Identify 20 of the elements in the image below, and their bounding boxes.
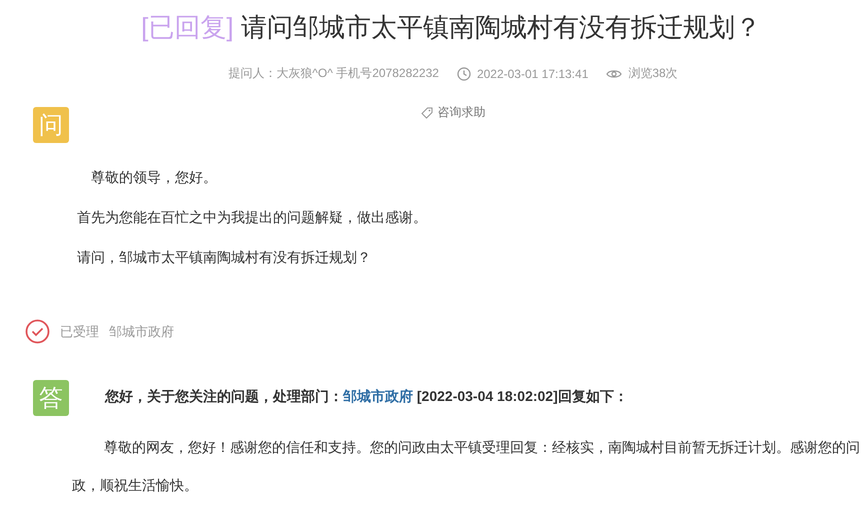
- check-circle-icon: [25, 319, 50, 344]
- clock-icon: [456, 66, 471, 80]
- question-title: 请问邹城市太平镇南陶城村有没有拆迁规划？: [240, 12, 761, 42]
- question-badge: 问: [33, 107, 69, 143]
- question-text: 尊敬的领导，您好。: [90, 168, 218, 187]
- status-label: [已回复]: [141, 12, 234, 42]
- question-text: 请问，邹城市太平镇南陶城村有没有拆迁规划？: [77, 248, 372, 267]
- status-text: 已受理: [60, 322, 99, 340]
- question-text: 首先为您能在百忙之中为我提出的问题解疑，做出感谢。: [77, 208, 427, 227]
- category-tag[interactable]: 咨询求助: [438, 104, 486, 121]
- post-time: 2022-03-01 17:13:41: [476, 66, 588, 80]
- tag-icon: [420, 106, 432, 118]
- answer-text: 尊敬的网友，您好！感谢您的信任和支持。您的问政由太平镇受理回复：经核实，南陶城村目前暂无拆迁计划。感谢您的问政，顺祝生活愉快。: [72, 438, 861, 495]
- department-name: 邹城市政府: [109, 322, 174, 340]
- answer-header: 您好，关于您关注的问题，处理部门：邹城市政府 [2022-03-04 18:02:02]回复如下：: [105, 388, 628, 406]
- department-link[interactable]: 邹城市政府: [343, 388, 413, 404]
- eye-icon: [606, 68, 622, 80]
- view-count: 浏览38次: [628, 65, 678, 82]
- answer-badge: 答: [33, 380, 69, 416]
- asker-info: 提问人：大灰狼^O^ 手机号2078282232: [228, 65, 439, 82]
